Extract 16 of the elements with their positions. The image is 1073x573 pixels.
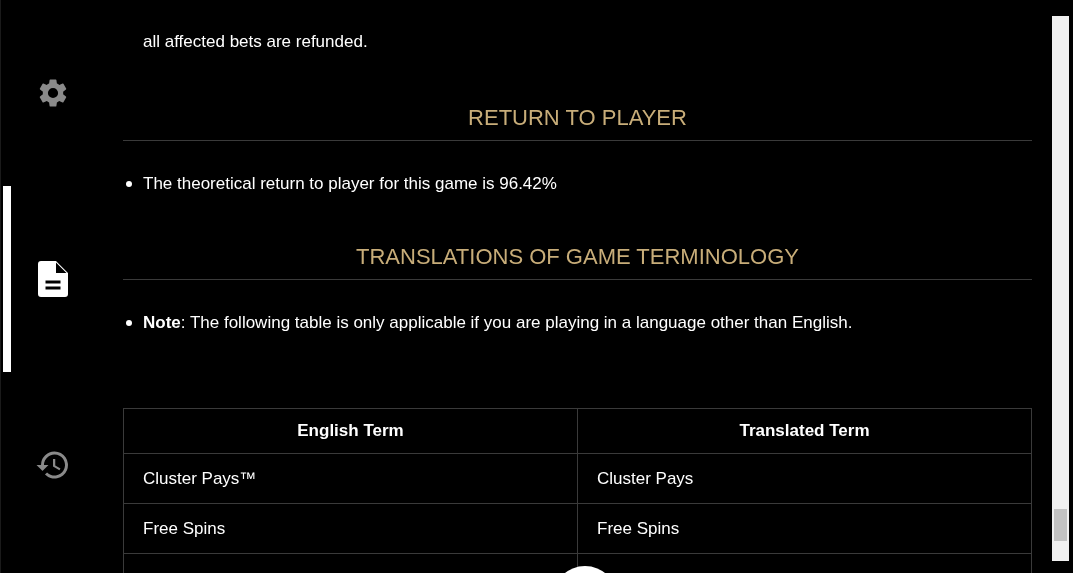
scrollbar[interactable] [1052,16,1069,561]
bullet-icon [126,181,132,187]
column-header: English Term [123,408,578,454]
table-cell: Cluster Pays™ [123,453,578,504]
document-icon[interactable] [38,261,68,297]
table-cell: Cluster Pays [577,453,1032,504]
column-header: Translated Term [577,408,1032,454]
scrollbar-thumb[interactable] [1054,509,1067,541]
table-cell: Free Spins [577,503,1032,554]
section-heading: TRANSLATIONS OF GAME TERMINOLOGY [123,241,1032,280]
bullet-icon [126,320,132,326]
paragraph: all affected bets are refunded. [143,31,369,53]
section-heading: RETURN TO PLAYER [123,102,1032,141]
bullet-text: Note: The following table is only applicable if you are playing in a language other than English. [143,312,853,334]
bullet-text: The theoretical return to player for this game is 96.42% [143,173,557,195]
table-cell: Free Spins [123,503,578,554]
